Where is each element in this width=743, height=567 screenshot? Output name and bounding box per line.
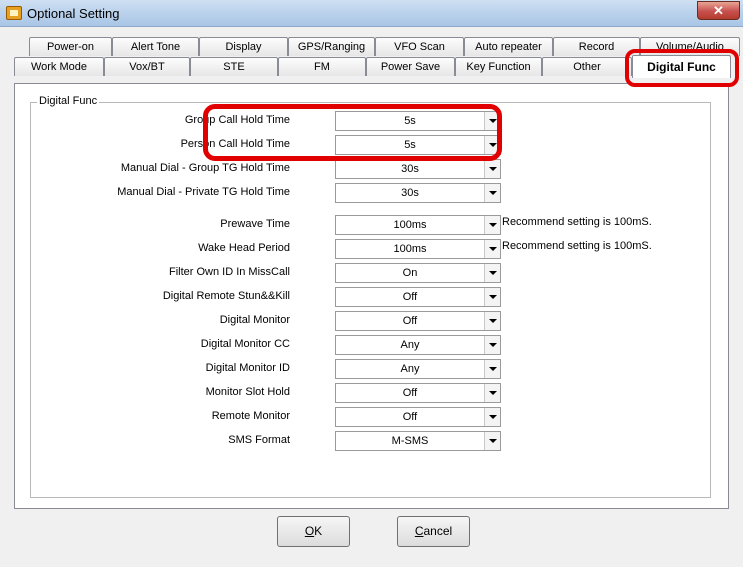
remote-monitor-select[interactable]: Off [335, 407, 501, 427]
tab-highlight-annotation [625, 49, 739, 87]
tab-vox-bt[interactable]: Vox/BT [104, 57, 190, 76]
chevron-down-icon[interactable] [484, 184, 500, 202]
chevron-down-icon[interactable] [484, 432, 500, 450]
digital-monitor-id-label: Digital Monitor ID [205, 362, 290, 374]
chevron-down-icon[interactable] [484, 312, 500, 330]
sms-format-label: SMS Format [228, 434, 290, 446]
digital-monitor-cc-select[interactable]: Any [335, 335, 501, 355]
monitor-slot-hold-label: Monitor Slot Hold [205, 386, 290, 398]
tab-gps-ranging[interactable]: GPS/Ranging [288, 37, 375, 56]
digital-remote-stun-kill-label: Digital Remote Stun&&Kill [162, 290, 290, 302]
chevron-down-icon[interactable] [484, 408, 500, 426]
filter-own-id-select[interactable]: On [335, 263, 501, 283]
prewave-time-label: Prewave Time [220, 218, 290, 230]
tab-display[interactable]: Display [199, 37, 288, 56]
digital-remote-stun-kill-select[interactable]: Off [335, 287, 501, 307]
wake-head-period-select[interactable]: 100ms [335, 239, 501, 259]
combo-value: 30s [401, 163, 419, 175]
chevron-down-icon[interactable] [484, 264, 500, 282]
manual-dial-private-tg-hold-time-label: Manual Dial - Private TG Hold Time [117, 186, 290, 198]
combo-value: Off [402, 387, 418, 399]
combo-value: Off [402, 315, 418, 327]
tab-alert-tone[interactable]: Alert Tone [112, 37, 199, 56]
groupbox-title: Digital Func [37, 95, 100, 107]
chevron-down-icon[interactable] [484, 216, 500, 234]
tab-power-on[interactable]: Power-on [29, 37, 112, 56]
combo-value: Off [402, 291, 418, 303]
ok-button[interactable]: OK [277, 516, 350, 547]
remote-monitor-label: Remote Monitor [211, 410, 290, 422]
digital-func-groupbox: Digital Func Group Call Hold Time 5s Per… [30, 95, 711, 498]
window-title: Optional Setting [27, 6, 120, 21]
app-icon [6, 6, 22, 20]
digital-monitor-select[interactable]: Off [335, 311, 501, 331]
digital-monitor-label: Digital Monitor [219, 314, 290, 326]
sms-format-select[interactable]: M-SMS [335, 431, 501, 451]
ok-mnemonic: O [304, 524, 315, 538]
chevron-down-icon[interactable] [484, 288, 500, 306]
chevron-down-icon[interactable] [484, 360, 500, 378]
close-button[interactable]: ✕ [697, 1, 740, 20]
combo-value: Off [402, 411, 418, 423]
combo-value: M-SMS [391, 435, 429, 447]
prewave-time-select[interactable]: 100ms [335, 215, 501, 235]
filter-own-id-label: Filter Own ID In MissCall [168, 266, 290, 278]
wake-head-period-label: Wake Head Period [198, 242, 290, 254]
chevron-down-icon[interactable] [484, 240, 500, 258]
tab-other[interactable]: Other [542, 57, 632, 76]
tab-work-mode[interactable]: Work Mode [14, 57, 104, 76]
tab-vfo-scan[interactable]: VFO Scan [375, 37, 464, 56]
title-bar: Optional Setting ✕ [0, 0, 743, 27]
combo-value: 30s [401, 187, 419, 199]
chevron-down-icon[interactable] [484, 336, 500, 354]
combo-value: On [402, 267, 418, 279]
tab-power-save[interactable]: Power Save [366, 57, 455, 76]
settings-highlight-annotation [203, 104, 502, 161]
manual-dial-group-tg-hold-time-select[interactable]: 30s [335, 159, 501, 179]
combo-value: Any [400, 363, 420, 375]
monitor-slot-hold-select[interactable]: Off [335, 383, 501, 403]
chevron-down-icon[interactable] [484, 160, 500, 178]
tab-auto-repeater[interactable]: Auto repeater [464, 37, 553, 56]
combo-value: 100ms [393, 219, 427, 231]
cancel-label-rest: ancel [423, 524, 453, 538]
tab-ste[interactable]: STE [190, 57, 278, 76]
combo-value: 100ms [393, 243, 427, 255]
chevron-down-icon[interactable] [484, 384, 500, 402]
digital-monitor-cc-label: Digital Monitor CC [200, 338, 290, 350]
combo-value: Any [400, 339, 420, 351]
prewave-time-note: Recommend setting is 100mS. [502, 216, 652, 228]
manual-dial-private-tg-hold-time-select[interactable]: 30s [335, 183, 501, 203]
wake-head-period-note: Recommend setting is 100mS. [502, 240, 652, 252]
digital-monitor-id-select[interactable]: Any [335, 359, 501, 379]
tab-fm[interactable]: FM [278, 57, 366, 76]
manual-dial-group-tg-hold-time-label: Manual Dial - Group TG Hold Time [120, 162, 290, 174]
tab-key-function[interactable]: Key Function [455, 57, 542, 76]
cancel-button[interactable]: Cancel [397, 516, 470, 547]
ok-label-rest: K [314, 524, 323, 538]
